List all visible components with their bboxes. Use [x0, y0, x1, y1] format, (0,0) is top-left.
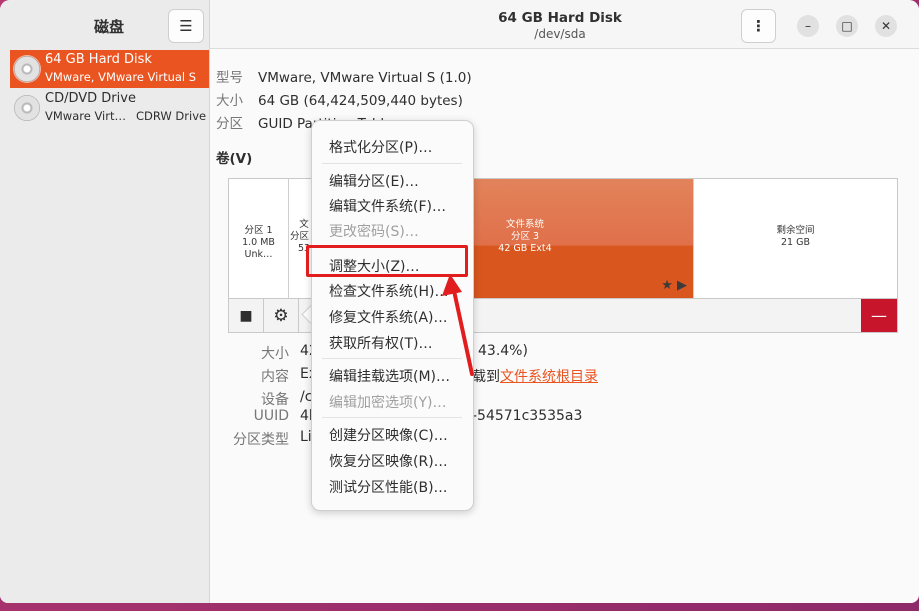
stop-icon: ■: [239, 307, 253, 324]
menu-item-edit-partition[interactable]: 编辑分区(E)…: [329, 171, 419, 191]
filesystem-root-link[interactable]: 文件系统根目录: [500, 366, 598, 386]
segment-detail: 1.0 MB Unk…: [242, 237, 275, 260]
menu-separator: [322, 417, 462, 418]
optical-disc-icon: [14, 95, 40, 121]
size-value: 64 GB (64,424,509,440 bytes): [258, 93, 463, 109]
partitioning-key: 分区: [216, 116, 243, 132]
detail-uuid-tail: -54571c3535a3: [472, 408, 583, 424]
segment-name: 剩余空间: [776, 225, 815, 236]
detail-uuid-key: UUID: [253, 408, 289, 424]
model-value: VMware, VMware Virtual S (1.0): [258, 70, 472, 86]
hamburger-icon: ☰: [179, 17, 193, 35]
kebab-menu-icon: ⋮: [751, 17, 766, 35]
menu-item-edit-encryption-options: 编辑加密选项(Y)…: [329, 395, 447, 411]
detail-content-key: 内容: [261, 369, 289, 385]
menu-item-benchmark-partition[interactable]: 测试分区性能(B)…: [329, 477, 448, 497]
mounted-star-play-icon: ★ ▶: [661, 278, 687, 293]
size-key: 大小: [216, 93, 243, 109]
menu-item-edit-mount-options[interactable]: 编辑挂载选项(M)…: [329, 366, 450, 386]
drive-options-button[interactable]: ⋮: [741, 9, 776, 43]
close-button[interactable]: ✕: [875, 15, 897, 37]
minus-icon: —: [871, 306, 887, 325]
maximize-icon: □: [841, 19, 853, 33]
size-row: 大小 64 GB (64,424,509,440 bytes): [216, 89, 463, 109]
drive-subtitle: VMware Virt…: [45, 109, 126, 123]
minimize-button[interactable]: –: [797, 15, 819, 37]
header-bar: 64 GB Hard Disk /dev/sda ⋮ – □ ✕: [210, 0, 919, 49]
gear-icon: ⚙: [273, 305, 289, 326]
detail-size-key: 大小: [261, 346, 289, 362]
sidebar: 磁盘 ☰ 64 GB Hard Disk VMware, VMware Virt…: [0, 0, 210, 603]
drive-subtitle: VMware, VMware Virtual S: [45, 70, 197, 84]
volumes-heading: 卷(V): [216, 151, 253, 167]
segment-free-space[interactable]: 剩余空间 21 GB: [694, 179, 897, 299]
menu-item-restore-partition-image[interactable]: 恢复分区映像(R)…: [329, 451, 448, 471]
model-key: 型号: [216, 70, 243, 86]
menu-separator: [322, 163, 462, 164]
menu-item-take-ownership[interactable]: 获取所有权(T)…: [329, 333, 432, 353]
drive-name: CD/DVD Drive: [45, 91, 136, 106]
drive-type: CDRW Drive: [136, 109, 207, 123]
maximize-button[interactable]: □: [836, 15, 858, 37]
detail-device-key: 设备: [261, 392, 289, 408]
menu-item-check-filesystem[interactable]: 检查文件系统(H)…: [329, 281, 448, 301]
segment-partition-1[interactable]: 分区 1 1.0 MB Unk…: [229, 179, 289, 299]
menu-item-change-passphrase: 更改密码(S)…: [329, 224, 419, 240]
annotation-arrow-icon: [442, 274, 474, 376]
menu-item-create-partition-image[interactable]: 创建分区映像(C)…: [329, 425, 448, 445]
segment-detail: 21 GB: [781, 237, 810, 248]
menu-item-edit-filesystem[interactable]: 编辑文件系统(F)…: [329, 196, 446, 216]
detail-type-value: Li: [300, 429, 312, 445]
sidebar-header: 磁盘 ☰: [0, 0, 209, 48]
partition-options-button[interactable]: ⚙: [264, 299, 299, 332]
delete-partition-button[interactable]: —: [861, 299, 897, 332]
hard-disk-icon: [14, 56, 40, 82]
detail-type-key: 分区类型: [233, 432, 289, 448]
model-row: 型号 VMware, VMware Virtual S (1.0): [216, 66, 472, 86]
hamburger-menu-button[interactable]: ☰: [168, 9, 204, 43]
menu-item-repair-filesystem[interactable]: 修复文件系统(A)…: [329, 307, 448, 327]
drive-item-cd-dvd[interactable]: CD/DVD Drive VMware Virt… CDRW Drive: [10, 89, 209, 127]
drive-item-hard-disk[interactable]: 64 GB Hard Disk VMware, VMware Virtual S: [10, 50, 209, 88]
minimize-icon: –: [805, 19, 811, 33]
close-icon: ✕: [880, 19, 892, 33]
unmount-button[interactable]: ■: [229, 299, 264, 332]
drive-name: 64 GB Hard Disk: [45, 52, 152, 67]
segment-name: 分区 1: [244, 225, 273, 236]
menu-item-format-partition[interactable]: 格式化分区(P)…: [329, 137, 432, 157]
